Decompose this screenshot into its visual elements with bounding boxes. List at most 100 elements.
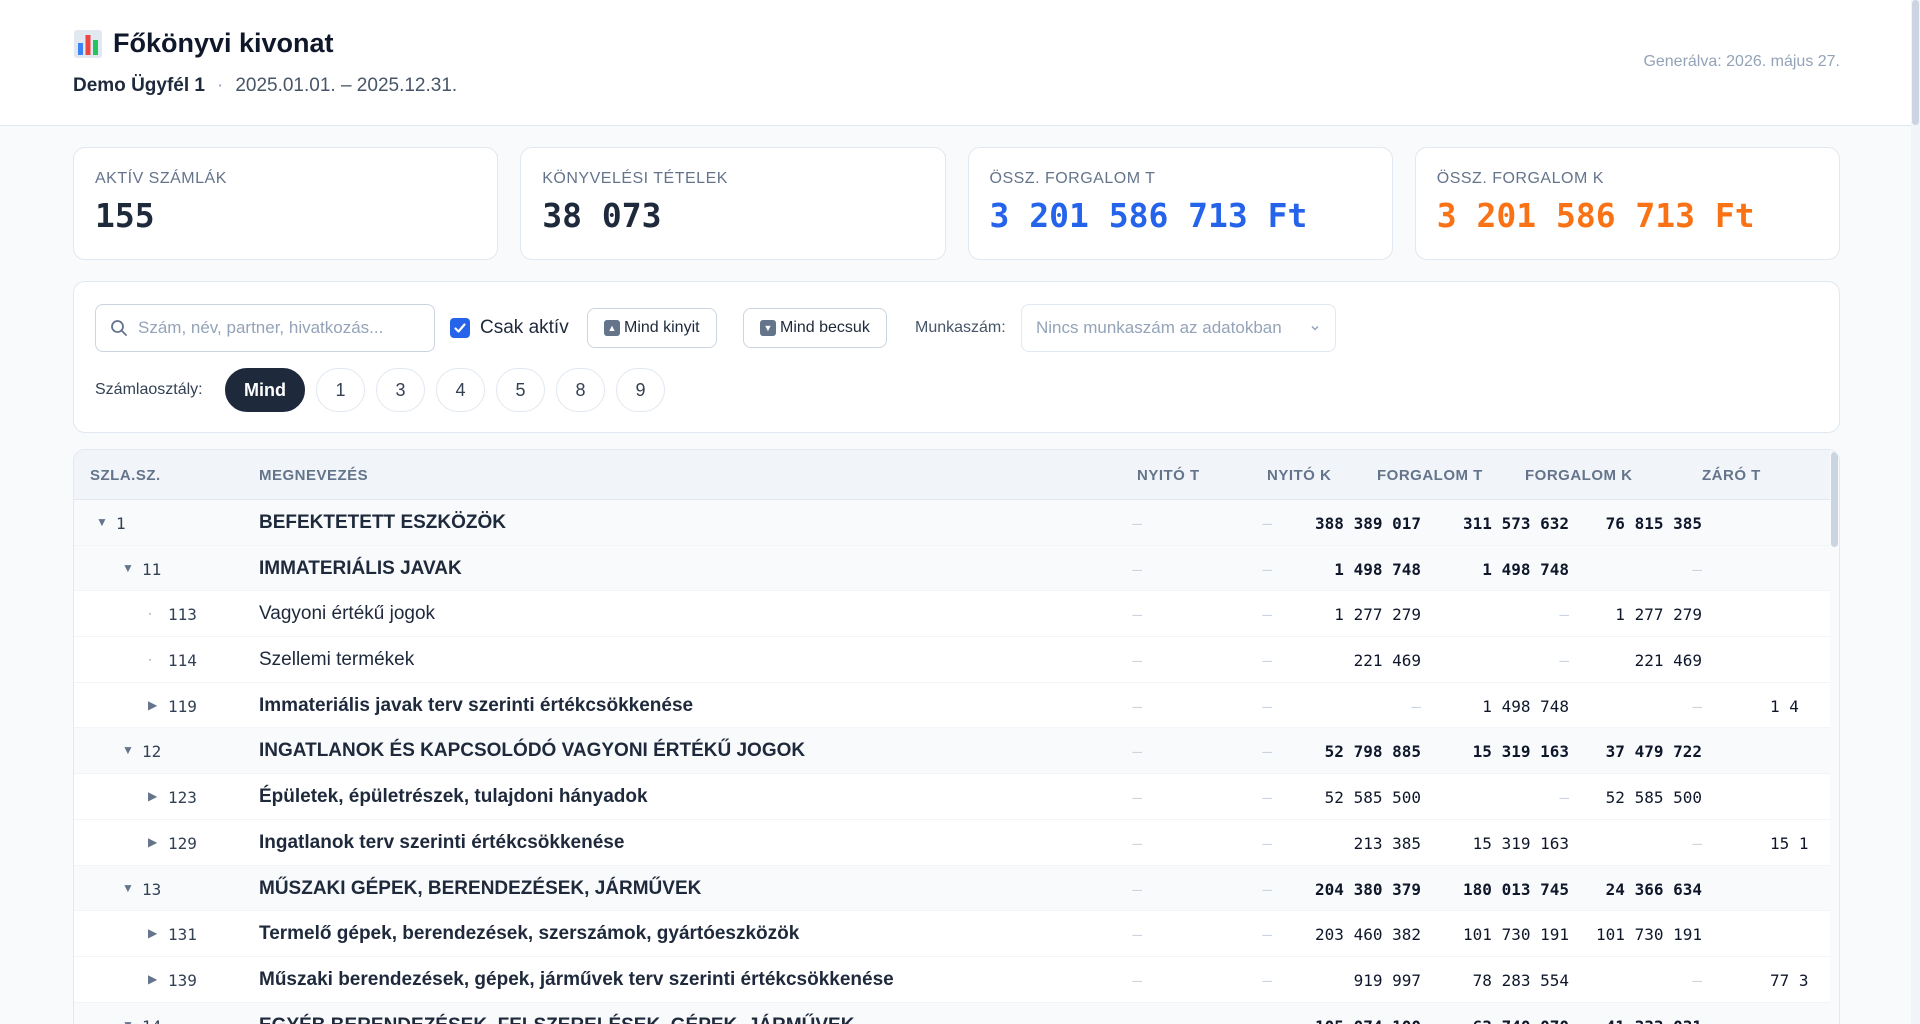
cell-nt: – — [1012, 1017, 1142, 1024]
page-scrollbar-thumb[interactable] — [1912, 0, 1919, 125]
table-header: Szla.sz. Megnevezés Nyitó T Nyitó K Forg… — [74, 450, 1839, 500]
card-label: Aktív számlák — [95, 170, 227, 187]
account-name: IMMATERIÁLIS JAVAK — [259, 557, 462, 579]
cell-ft: 213 385 — [1353, 833, 1421, 853]
cell-nt: – — [1132, 651, 1142, 671]
cell-nt: – — [1132, 833, 1142, 853]
period-range: 2025.01.01. – 2025.12.31. — [235, 75, 458, 96]
expand-all-label: Mind kinyit — [624, 319, 700, 336]
class-pill-1[interactable]: 1 — [316, 368, 365, 412]
col-header-opening-debit[interactable]: Nyitó T — [1137, 467, 1200, 484]
class-pill-9[interactable]: 9 — [616, 368, 665, 412]
search-box[interactable] — [95, 304, 435, 352]
cell-nt: – — [1132, 605, 1142, 625]
class-pill-5[interactable]: 5 — [496, 368, 545, 412]
table-row[interactable]: ▶ 131 Termelő gépek, berendezések, szerszá… — [74, 911, 1839, 957]
col-header-account[interactable]: Szla.sz. — [90, 467, 161, 484]
collapse-all-button[interactable]: ▼ Mind becsuk — [743, 308, 887, 348]
account-code: 12 — [142, 742, 162, 762]
table-row[interactable]: · 114 Szellemi termékek – – 221 469 – 221 469 — [74, 637, 1839, 683]
collapse-toggle-icon[interactable]: ▼ — [122, 743, 134, 757]
table-row[interactable]: ▼ 1 BEFEKTETETT ESZKÖZÖK – – 388 389 017 311 5… — [74, 500, 1839, 546]
cell-ft: 204 380 379 — [1315, 879, 1421, 899]
cell-nk: – — [1262, 651, 1272, 671]
job-number-select[interactable]: Nincs munkaszám az adatokban — [1021, 304, 1336, 352]
col-header-closing-debit[interactable]: Záró T — [1702, 467, 1761, 484]
table-scrollbar-thumb[interactable] — [1831, 452, 1838, 547]
cell-nk: – — [1262, 925, 1272, 945]
cell-nk: – — [1262, 605, 1272, 625]
only-active-toggle[interactable]: Csak aktív — [450, 317, 569, 339]
table-row[interactable]: ▶ 139 Műszaki berendezések, gépek, járműve… — [74, 957, 1839, 1003]
account-name: Szellemi termékek — [259, 649, 415, 671]
checkbox-checked[interactable] — [450, 318, 470, 338]
account-name: Immateriális javak terv szerinti értékcs… — [259, 694, 694, 716]
cell-fk: – — [1559, 605, 1569, 625]
summary-cards: Aktív számlák 155 Könyvelési tételek 38 … — [73, 147, 1840, 260]
table-row[interactable]: ▶ 123 Épületek, épületrészek, tulajdoni há… — [74, 774, 1839, 820]
cell-ft: 919 997 — [1353, 970, 1421, 990]
account-name: Ingatlanok terv szerinti értékcsökkenése — [259, 831, 625, 853]
collapse-toggle-icon[interactable]: ▼ — [122, 1018, 134, 1024]
cell-zt: 221 469 — [1634, 651, 1702, 671]
job-number-value: Nincs munkaszám az adatokban — [1036, 318, 1282, 337]
search-icon — [111, 320, 127, 336]
cell-ft: 105 074 100 — [1291, 1017, 1421, 1024]
cell-fk: 311 573 632 — [1463, 514, 1569, 533]
table-scrollbar[interactable] — [1830, 450, 1839, 1024]
cell-fk: 15 319 163 — [1472, 833, 1569, 853]
table-row[interactable]: ▼ 12 INGATLANOK ÉS KAPCSOLÓDÓ VAGYONI ÉRTÉ… — [74, 728, 1839, 775]
table-row[interactable]: ▼ 11 IMMATERIÁLIS JAVAK – – 1 498 748 1 498 74… — [74, 545, 1839, 592]
card-value: 3 201 586 713 Ft — [1436, 196, 1755, 235]
cell-zt: 101 730 191 — [1596, 925, 1702, 945]
page-scrollbar[interactable] — [1911, 0, 1920, 1024]
account-name: Termelő gépek, berendezések, szerszámok,… — [259, 923, 800, 945]
account-code: 123 — [168, 788, 197, 808]
expand-toggle-icon[interactable]: ▶ — [148, 926, 157, 940]
subtitle: Demo Ügyfél 1 · 2025.01.01. – 2025.12.31… — [73, 75, 457, 97]
account-code: 1 — [116, 514, 126, 533]
expand-toggle-icon[interactable]: ▶ — [148, 835, 157, 849]
cell-nk: – — [1262, 742, 1272, 762]
collapse-toggle-icon[interactable]: ▼ — [122, 561, 134, 575]
table-row[interactable]: ▶ 119 Immateriális javak terv szerinti ért… — [74, 683, 1839, 729]
account-code: 14 — [142, 1017, 161, 1024]
collapse-toggle-icon[interactable]: ▼ — [122, 881, 134, 895]
account-class-label: Számlaosztály: — [95, 381, 203, 398]
cell-nk: – — [1142, 1017, 1272, 1024]
cell-zt: 41 333 031 — [1572, 1017, 1702, 1024]
cell-ft: 1 277 279 — [1334, 605, 1421, 625]
account-name: Műszaki berendezések, gépek, járművek te… — [259, 968, 894, 990]
table-row[interactable]: ▼ 13 MŰSZAKI GÉPEK, BERENDEZÉSEK, JÁRMŰVEK… — [74, 865, 1839, 912]
col-header-turnover-debit[interactable]: Forgalom T — [1377, 467, 1483, 484]
arrow-down-icon: ▼ — [760, 320, 776, 336]
expand-toggle-icon[interactable]: ▶ — [148, 972, 157, 986]
col-header-turnover-credit[interactable]: Forgalom K — [1525, 467, 1633, 484]
class-pill-3[interactable]: 3 — [376, 368, 425, 412]
table-row[interactable]: ▶ 129 Ingatlanok terv szerinti értékcsökke… — [74, 820, 1839, 866]
collapse-toggle-icon[interactable]: ▼ — [96, 515, 108, 529]
expand-toggle-icon[interactable]: ▶ — [148, 698, 157, 712]
card-label: Össz. forgalom K — [1436, 170, 1604, 187]
search-input[interactable] — [138, 318, 408, 338]
filter-panel: Csak aktív ▲ Mind kinyit ▼ Mind becsuk M… — [73, 281, 1840, 433]
account-code: 113 — [168, 605, 197, 625]
arrow-up-icon: ▲ — [604, 320, 620, 336]
table-row[interactable]: ▼ 14 EGYÉB BERENDEZÉSEK, FELSZERELÉSEK, GÉ… — [74, 1002, 1839, 1024]
class-pill-4[interactable]: 4 — [436, 368, 485, 412]
cell-zt: 1 277 279 — [1615, 605, 1702, 625]
cell-nt: – — [1132, 514, 1142, 533]
expand-all-button[interactable]: ▲ Mind kinyit — [587, 308, 717, 348]
account-name: EGYÉB BERENDEZÉSEK, FELSZERELÉSEK, GÉPEK… — [259, 1015, 854, 1024]
col-header-name[interactable]: Megnevezés — [259, 467, 368, 484]
class-pill-8[interactable]: 8 — [556, 368, 605, 412]
table-row[interactable]: · 113 Vagyoni értékű jogok – – 1 277 279 – 1 27… — [74, 591, 1839, 638]
cell-nt: – — [1132, 925, 1142, 945]
cell-nt: – — [1132, 788, 1142, 808]
cell-nk: – — [1262, 833, 1272, 853]
cell-fk: 101 730 191 — [1463, 925, 1569, 945]
card-total-credit: Össz. forgalom K 3 201 586 713 Ft — [1414, 147, 1840, 260]
expand-toggle-icon[interactable]: ▶ — [148, 789, 157, 803]
class-pill-all[interactable]: Mind — [225, 368, 305, 412]
col-header-opening-credit[interactable]: Nyitó K — [1267, 467, 1331, 484]
